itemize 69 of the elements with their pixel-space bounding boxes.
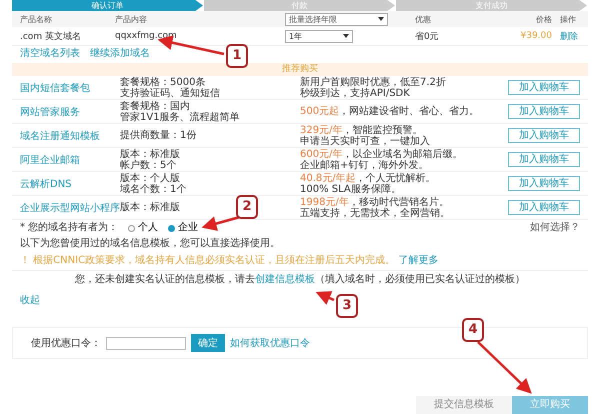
product-description: 40.8元/年起，个人无忧解析。 bbox=[300, 172, 436, 184]
product-description: 五端支持，无需技术，全网营销。 bbox=[300, 208, 450, 218]
add-to-cart-button[interactable]: 加入购物车 bbox=[508, 128, 580, 143]
product-description: 企业邮箱+钉钉，海外外发。 bbox=[300, 160, 428, 170]
radio-option[interactable]: 个人 bbox=[128, 222, 158, 234]
product-spec: 管家1V1服务、流程超简单 bbox=[120, 112, 240, 122]
add-to-cart-button[interactable]: 加入购物车 bbox=[508, 104, 580, 119]
price: ¥39.00 bbox=[520, 31, 553, 41]
table-cell-text: 省0元 bbox=[415, 30, 440, 42]
template-note: 以下为您曾使用过的域名信息模板，您可以直接选择使用。 bbox=[19, 236, 281, 251]
column-header: 优惠 bbox=[415, 14, 432, 24]
recommend-banner: 推荐购买 bbox=[12, 63, 588, 76]
product-link[interactable]: 云解析DNS bbox=[20, 176, 120, 190]
product-description: 秒级到达，支持API/SDK bbox=[300, 88, 410, 98]
product-spec: 支持验证码、通知短信 bbox=[120, 88, 220, 98]
table-cell-text: qqxxfmg.com bbox=[115, 31, 178, 41]
product-spec: 版本：标准版 bbox=[120, 148, 180, 160]
column-header: 产品内容 bbox=[115, 14, 148, 24]
product-spec: 提供商数量：1份 bbox=[120, 130, 196, 141]
callout-number: 2 bbox=[236, 195, 258, 219]
column-header: 价格 bbox=[535, 14, 553, 24]
radio-option[interactable]: 企业 bbox=[168, 222, 198, 234]
arrow bbox=[477, 341, 532, 394]
product-link[interactable]: 企业展示型网站小程序 bbox=[20, 200, 120, 214]
product-description: 500元起，网站建设省时、省心、省力。 bbox=[300, 106, 480, 117]
product-description: 329元/年，智能监控预警。 bbox=[300, 124, 422, 136]
column-header: 操作 bbox=[560, 14, 577, 24]
product-link[interactable]: 阿里企业邮箱 bbox=[20, 152, 120, 166]
bulk-period-select[interactable]: 批量选择年限 bbox=[285, 12, 388, 26]
arrow bbox=[316, 291, 334, 305]
buy-button[interactable]: 立即购买 bbox=[512, 396, 588, 414]
add-to-cart-button[interactable]: 加入购物车 bbox=[508, 176, 580, 191]
product-link[interactable]: 域名注册通知模板 bbox=[20, 128, 120, 142]
submit-button[interactable]: 提交信息模板 bbox=[416, 396, 512, 414]
product-spec: 版本：个人版 bbox=[120, 172, 180, 184]
help-link[interactable]: 如何选择？ bbox=[530, 222, 580, 234]
coupon-label: 使用优惠口令： bbox=[31, 336, 101, 350]
owner-label: * 您的域名持有者为： bbox=[20, 222, 118, 234]
confirm-button[interactable]: 确定 bbox=[191, 334, 225, 352]
product-spec: 帐户数：5个 bbox=[120, 160, 176, 170]
product-spec: 域名个数：1个 bbox=[120, 184, 186, 194]
cart-link[interactable]: 继续添加域名 bbox=[90, 48, 150, 59]
callout-number: 3 bbox=[336, 294, 358, 318]
warning-text: ！ 根据CNNIC政策要求，域名持有人信息必须实名认证，且须在注册后五天内完成。 了解更多 bbox=[12, 252, 588, 271]
period-select[interactable]: 1年 bbox=[285, 30, 353, 42]
product-spec: 套餐规格：国内 bbox=[120, 100, 190, 112]
product-link[interactable]: 国内短信套餐包 bbox=[20, 80, 120, 94]
arrow bbox=[202, 216, 240, 231]
product-description: 600元/年，以企业域名为邮箱后缀。 bbox=[300, 148, 462, 160]
product-spec: 套餐规格：5000条 bbox=[120, 76, 206, 88]
collapse-link[interactable]: 收起 bbox=[20, 295, 40, 306]
table-cell-text: .com 英文域名 bbox=[20, 30, 82, 42]
add-to-cart-button[interactable]: 加入购物车 bbox=[508, 200, 580, 215]
product-description: 新用户首购限时优惠，低至7.2折 bbox=[300, 76, 446, 88]
column-header: 产品名称 bbox=[20, 14, 53, 24]
delete-link[interactable]: 删除 bbox=[560, 30, 580, 42]
product-description: 申请当天实时可查，一键加入 bbox=[300, 136, 430, 146]
add-to-cart-button[interactable]: 加入购物车 bbox=[508, 80, 580, 95]
callout-number: 4 bbox=[462, 318, 484, 342]
coupon-input[interactable] bbox=[106, 336, 186, 350]
coupon-help-link[interactable]: 如何获取优惠口令 bbox=[230, 336, 310, 350]
callout-number: 1 bbox=[226, 44, 248, 68]
product-description: 100% SLA服务保障。 bbox=[300, 184, 401, 194]
product-spec: 版本：标准版 bbox=[120, 202, 180, 213]
product-description: 1998元/年，移动时代营销名片。 bbox=[300, 196, 449, 208]
product-link[interactable]: 网站管家服务 bbox=[20, 104, 120, 118]
add-to-cart-button[interactable]: 加入购物车 bbox=[508, 152, 580, 167]
cart-link[interactable]: 清空域名列表 bbox=[20, 48, 80, 59]
template-prompt: 您，还未创建实名认证的信息模板，请去创建信息模板（填入域名时，必须使用已实名认证过的模板） bbox=[75, 274, 525, 286]
